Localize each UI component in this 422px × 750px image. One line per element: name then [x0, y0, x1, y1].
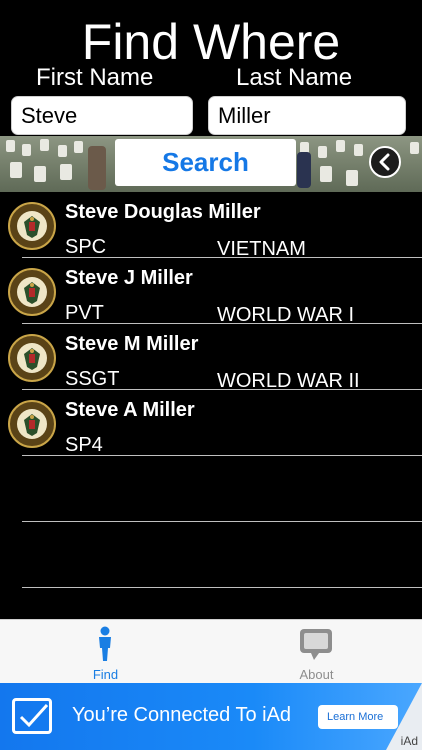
list-item[interactable]: Steve A Miller SP4: [0, 390, 422, 456]
iad-tag: iAd: [400, 734, 418, 748]
back-button[interactable]: [369, 146, 401, 178]
us-army-seal-icon: [8, 334, 56, 382]
tab-about-label: About: [299, 667, 334, 682]
list-item[interactable]: Steve J Miller PVT WORLD WAR I: [0, 258, 422, 326]
result-rank: SPC: [65, 236, 107, 258]
last-name-label: Last Name: [236, 64, 353, 91]
result-name: Steve M Miller: [65, 333, 199, 355]
divider: [22, 587, 422, 588]
result-rank: PVT: [65, 302, 104, 324]
last-name-field[interactable]: Miller: [208, 96, 406, 135]
page-title: Find Where: [81, 14, 341, 70]
result-rank: SSGT: [65, 368, 120, 390]
divider: [22, 521, 422, 522]
divider: [22, 455, 422, 456]
first-name-field[interactable]: Steve: [11, 96, 193, 135]
us-army-seal-icon: [8, 202, 56, 250]
result-name: Steve A Miller: [65, 399, 195, 421]
tab-find-label: Find: [92, 667, 119, 682]
first-name-label: First Name: [36, 64, 154, 91]
learn-more-button[interactable]: Learn More: [318, 705, 398, 729]
result-rank: SP4: [65, 434, 103, 456]
search-header: Find Where First Name Last Name Steve Mi…: [0, 0, 422, 136]
result-name: Steve J Miller: [65, 267, 193, 289]
result-name: Steve Douglas Miller: [65, 201, 261, 223]
list-item[interactable]: Steve Douglas Miller SPC VIETNAM: [0, 192, 422, 260]
us-army-seal-icon: [8, 400, 56, 448]
speech-bubble-icon: [300, 629, 332, 660]
us-army-seal-icon: [8, 268, 56, 316]
iad-message: You’re Connected To iAd: [72, 704, 292, 726]
tab-find[interactable]: Find: [0, 620, 211, 684]
search-button[interactable]: Search: [115, 139, 296, 186]
checkmark-icon: [12, 698, 52, 734]
results-list: Steve Douglas Miller SPC VIETNAM Steve J…: [0, 192, 422, 619]
chevron-left-icon: [379, 153, 390, 171]
person-icon: [99, 626, 111, 661]
iad-banner[interactable]: You’re Connected To iAd Learn More iAd: [0, 683, 422, 750]
tab-about[interactable]: About: [211, 620, 422, 684]
tab-bar: Find About: [0, 619, 422, 683]
list-item[interactable]: Steve M Miller SSGT WORLD WAR II: [0, 324, 422, 392]
